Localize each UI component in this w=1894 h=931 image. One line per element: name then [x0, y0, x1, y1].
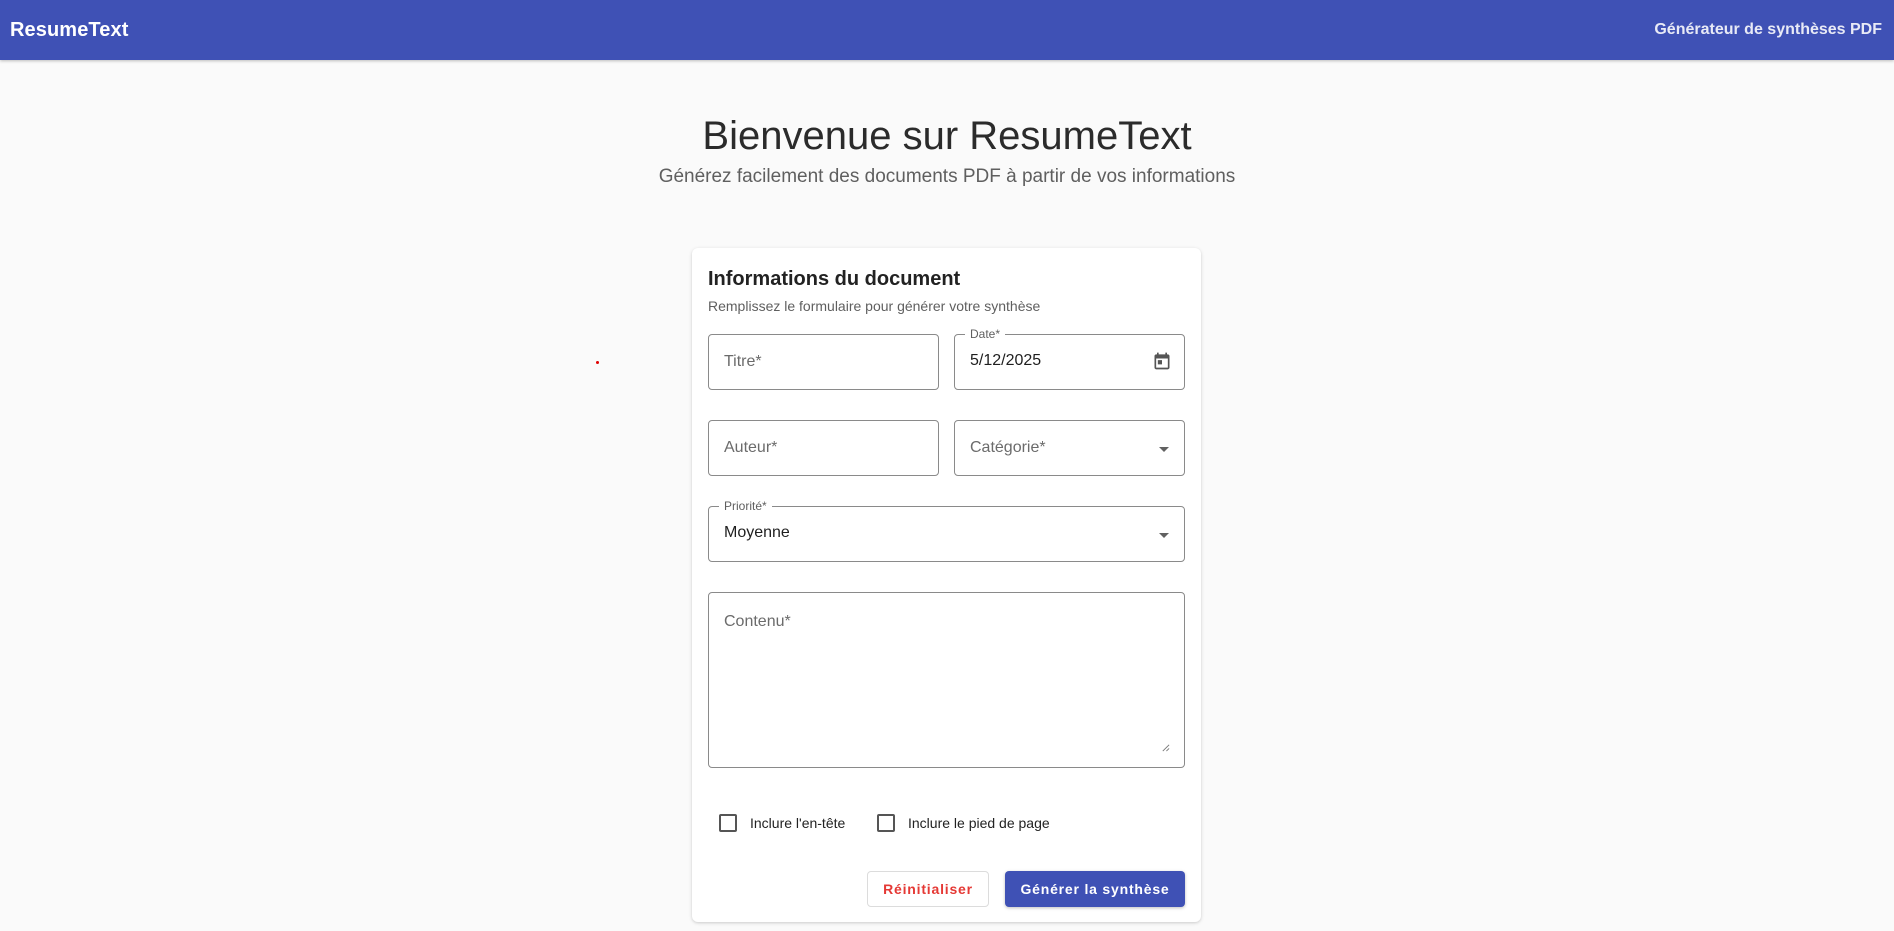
categorie-select[interactable]: Catégorie* [954, 420, 1185, 476]
checkbox-label-header: Inclure l'en-tête [750, 815, 846, 831]
brand-logo[interactable]: ResumeText [10, 19, 128, 42]
app-bar-subtitle: Générateur de synthèses PDF [1654, 21, 1882, 38]
checkbox-label-footer: Inclure le pied de page [908, 815, 1050, 831]
priorite-value: Moyenne [724, 524, 790, 541]
hero: Bienvenue sur ResumeText Générez facilem… [0, 108, 1894, 188]
contenu-placeholder: Contenu* [724, 613, 791, 630]
checkbox-box-footer[interactable] [877, 814, 895, 832]
reset-button[interactable]: Réinitialiser [867, 871, 989, 907]
auteur-placeholder: Auteur* [724, 439, 778, 456]
checkbox-include-footer[interactable]: Inclure le pied de page [877, 814, 1050, 832]
titre-input[interactable]: Titre* [708, 334, 939, 390]
chevron-down-icon [1159, 447, 1169, 452]
card-subtitle: Remplissez le formulaire pour générer vo… [708, 298, 1041, 314]
priorite-label: Priorité* [719, 498, 772, 514]
priorite-select[interactable]: Priorité* Moyenne [708, 498, 1185, 562]
page-subtitle: Générez facilement des documents PDF à p… [658, 166, 1236, 187]
generate-button[interactable]: Générer la synthèse [1005, 871, 1185, 907]
resize-handle-icon[interactable] [1161, 743, 1170, 752]
date-label: Date* [965, 326, 1006, 342]
date-input[interactable]: Date* 5/12/2025 [954, 326, 1185, 390]
date-value: 5/12/2025 [970, 352, 1042, 369]
categorie-placeholder: Catégorie* [970, 439, 1046, 456]
checkbox-include-header[interactable]: Inclure l'en-tête [719, 814, 845, 832]
red-dot-marker [596, 361, 599, 364]
page-title: Bienvenue sur ResumeText [702, 114, 1192, 158]
auteur-input[interactable]: Auteur* [708, 420, 939, 476]
titre-placeholder: Titre* [724, 353, 762, 370]
contenu-textarea[interactable]: Contenu* [708, 592, 1185, 768]
app-bar: ResumeText Générateur de synthèses PDF [0, 0, 1894, 60]
chevron-down-icon [1159, 533, 1169, 538]
checkbox-box-header[interactable] [719, 814, 737, 832]
card-title: Informations du document [708, 268, 961, 290]
calendar-icon[interactable] [1152, 351, 1172, 371]
